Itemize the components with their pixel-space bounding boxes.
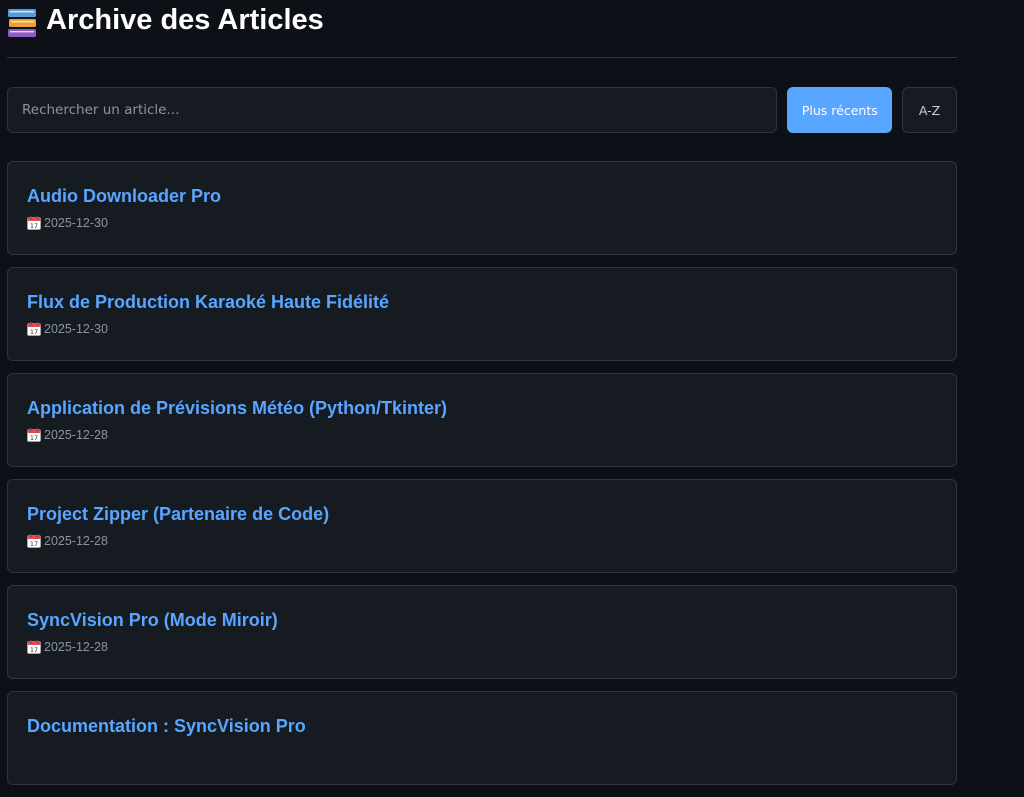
svg-text:17: 17 (30, 540, 38, 548)
calendar-icon: 17 (27, 640, 41, 654)
page-title: Archive des Articles (46, 4, 324, 36)
article-card[interactable]: Audio Downloader Pro 17 2025-12-30 (7, 161, 957, 255)
article-card[interactable]: Application de Prévisions Météo (Python/… (7, 373, 957, 467)
svg-text:17: 17 (30, 646, 38, 654)
page-container: Archive des Articles Plus récents A-Z Au… (7, 0, 957, 797)
calendar-icon: 17 (27, 216, 41, 230)
sort-alpha-button[interactable]: A-Z (902, 87, 957, 133)
calendar-icon: 17 (27, 428, 41, 442)
article-title[interactable]: Application de Prévisions Météo (Python/… (27, 398, 937, 418)
article-date: 2025-12-30 (44, 322, 108, 336)
calendar-icon: 17 (27, 534, 41, 548)
search-sort-bar: Plus récents A-Z (7, 87, 957, 133)
article-title[interactable]: Flux de Production Karaoké Haute Fidélit… (27, 292, 937, 312)
article-title[interactable]: Documentation : SyncVision Pro (27, 716, 937, 736)
svg-text:17: 17 (30, 222, 38, 230)
books-icon (7, 8, 37, 38)
article-title[interactable]: SyncVision Pro (Mode Miroir) (27, 610, 937, 630)
article-title[interactable]: Project Zipper (Partenaire de Code) (27, 504, 937, 524)
article-card[interactable]: Project Zipper (Partenaire de Code) 17 2… (7, 479, 957, 573)
article-date: 2025-12-30 (44, 216, 108, 230)
article-meta: 17 2025-12-28 (27, 534, 937, 548)
calendar-icon: 17 (27, 322, 41, 336)
svg-text:17: 17 (30, 328, 38, 336)
article-title[interactable]: Audio Downloader Pro (27, 186, 937, 206)
article-date: 2025-12-28 (44, 428, 108, 442)
article-card[interactable]: Documentation : SyncVision Pro (7, 691, 957, 785)
article-date: 2025-12-28 (44, 534, 108, 548)
article-date: 2025-12-28 (44, 640, 108, 654)
svg-text:17: 17 (30, 434, 38, 442)
article-meta: 17 2025-12-30 (27, 216, 937, 230)
article-meta: 17 2025-12-28 (27, 428, 937, 442)
search-input[interactable] (7, 87, 778, 133)
sort-recent-button[interactable]: Plus récents (787, 87, 893, 133)
article-meta: 17 2025-12-30 (27, 322, 937, 336)
page-header: Archive des Articles (7, 0, 957, 58)
article-meta: 17 2025-12-28 (27, 640, 937, 654)
article-card[interactable]: SyncVision Pro (Mode Miroir) 17 2025-12-… (7, 585, 957, 679)
article-list: Audio Downloader Pro 17 2025-12-30 Flux … (7, 161, 957, 785)
article-card[interactable]: Flux de Production Karaoké Haute Fidélit… (7, 267, 957, 361)
